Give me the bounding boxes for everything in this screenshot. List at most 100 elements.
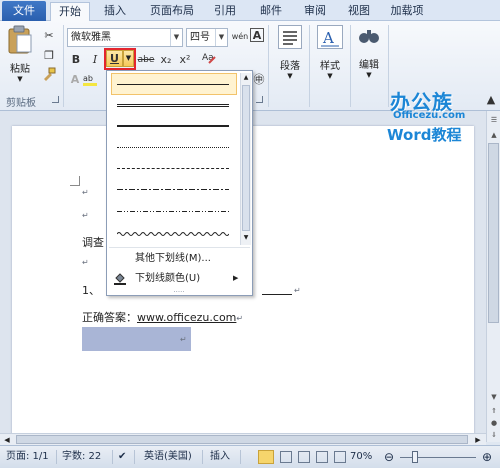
underline-color-item[interactable]: 下划线颜色(U) ▶ (107, 269, 252, 288)
paste-label: 粘贴 (10, 64, 30, 75)
underline-style-single[interactable] (117, 84, 229, 85)
chevron-down-icon: ▼ (327, 72, 333, 80)
tab-references[interactable]: 引用 (206, 2, 244, 21)
underline-style-dashed[interactable] (117, 168, 229, 169)
paint-bucket-icon (113, 271, 127, 285)
next-page-icon[interactable]: ⇓ (488, 429, 500, 441)
resize-grip-icon[interactable]: ····· (169, 289, 189, 296)
scroll-up-icon[interactable]: ▲ (241, 73, 251, 83)
zoom-out-icon[interactable]: ⊖ (384, 446, 394, 468)
tab-page-layout[interactable]: 页面布局 (142, 2, 202, 21)
underline-style-wave[interactable] (116, 229, 230, 236)
editing-button[interactable]: 编辑 ▼ (352, 25, 386, 79)
font-size-combo[interactable]: 四号 ▼ (186, 28, 228, 47)
status-zoom[interactable]: 70% (350, 446, 372, 468)
italic-button[interactable]: I (86, 51, 104, 69)
strikethrough-button[interactable]: abe (137, 51, 155, 69)
chevron-down-icon[interactable]: ▼ (170, 29, 182, 46)
chevron-down-icon[interactable]: ▼ (123, 50, 134, 67)
tab-mailings[interactable]: 邮件 (252, 2, 290, 21)
doc-line-one[interactable]: 1、 (82, 282, 100, 298)
paragraph-button[interactable]: 段落 ▼ (274, 25, 306, 80)
char-border-icon[interactable]: A (250, 28, 264, 42)
paragraph-mark: ↵ (82, 211, 89, 220)
paste-button[interactable]: 粘贴 ▼ (4, 25, 36, 89)
spelling-check-icon[interactable]: ✔ (118, 446, 126, 468)
chevron-down-icon[interactable]: ▼ (215, 29, 227, 46)
watermark-site: Officezu.com (393, 110, 466, 121)
scroll-left-icon[interactable]: ◀ (2, 435, 12, 445)
vertical-scrollbar[interactable]: ☰ ▲ ▼ ⇑ ● ⇓ (486, 111, 500, 442)
ribbon-collapse-icon[interactable]: ▲ (482, 91, 500, 109)
paragraph-mark: ↵ (82, 258, 89, 267)
answer-label: 正确答案： (82, 311, 137, 324)
status-words[interactable]: 字数: 22 (62, 446, 101, 468)
cut-icon[interactable]: ✂ (40, 27, 58, 45)
doc-answer-line[interactable]: 正确答案：www.officezu.com↵ (82, 309, 243, 325)
chevron-right-icon: ▶ (233, 274, 239, 282)
status-language[interactable]: 英语(美国) (144, 446, 192, 468)
prev-page-icon[interactable]: ⇑ (488, 405, 500, 417)
tab-home[interactable]: 开始 (50, 2, 90, 22)
full-screen-view-icon[interactable] (280, 451, 292, 463)
paragraph-mark: ↵ (236, 314, 244, 323)
draft-view-icon[interactable] (334, 451, 346, 463)
underline-button[interactable]: U (106, 50, 123, 67)
zoom-in-icon[interactable]: ⊕ (482, 446, 492, 468)
scroll-right-icon[interactable]: ▶ (473, 435, 483, 445)
scroll-down-icon[interactable]: ▼ (488, 391, 500, 403)
tab-view[interactable]: 视图 (340, 2, 378, 21)
font-name-value: 微软雅黑 (71, 32, 111, 43)
underline-style-double[interactable] (117, 104, 229, 108)
font-name-combo[interactable]: 微软雅黑 ▼ (67, 28, 183, 47)
horizontal-scrollbar[interactable]: ◀ ▶ (0, 433, 486, 445)
gallery-scrollbar[interactable]: ▲ ▼ (240, 73, 251, 245)
more-underlines-item[interactable]: 其他下划线(M)... (107, 249, 252, 268)
tab-file[interactable]: 文件 (2, 1, 46, 21)
more-underlines-label: 其他下划线(M)... (135, 253, 211, 264)
scroll-down-icon[interactable]: ▼ (241, 233, 251, 243)
paragraph-mark: ↵ (82, 188, 89, 197)
ruler-toggle-icon[interactable]: ☰ (488, 114, 500, 126)
selection-highlight[interactable]: ↵ (82, 327, 191, 351)
paragraph-mark: ↵ (180, 335, 187, 344)
copy-icon[interactable]: ❐ (40, 47, 58, 65)
underline-style-gallery (109, 73, 239, 245)
format-painter-icon[interactable] (40, 67, 58, 85)
status-insert-mode[interactable]: 插入 (210, 446, 230, 468)
underline-style-dotted[interactable] (117, 147, 229, 148)
web-layout-view-icon[interactable] (298, 451, 310, 463)
scroll-thumb[interactable] (488, 143, 499, 323)
dialog-launcher-icon[interactable] (52, 96, 59, 103)
underline-style-dash-dot[interactable] (117, 189, 229, 190)
bold-button[interactable]: B (67, 51, 85, 69)
tab-review[interactable]: 审阅 (296, 2, 334, 21)
scroll-up-icon[interactable]: ▲ (488, 129, 500, 141)
styles-icon: A (317, 25, 343, 49)
underline-style-dash-dot-dot[interactable] (117, 211, 229, 212)
doc-line-quiz[interactable]: 调查 (82, 234, 104, 250)
dialog-launcher-icon[interactable] (256, 96, 263, 103)
status-page[interactable]: 页面: 1/1 (6, 446, 49, 468)
hscroll-thumb[interactable] (16, 435, 468, 444)
underline-style-thick[interactable] (117, 125, 229, 127)
superscript-button[interactable]: x² (176, 51, 194, 69)
svg-text:ab: ab (83, 74, 93, 83)
tab-addins[interactable]: 加载项 (382, 2, 432, 21)
print-layout-view-icon[interactable] (258, 450, 274, 464)
svg-text:Aa: Aa (202, 53, 214, 63)
clear-formatting-icon[interactable]: Aa (200, 49, 218, 67)
tab-insert[interactable]: 插入 (96, 2, 134, 21)
chevron-down-icon: ▼ (287, 72, 293, 80)
highlight-icon[interactable]: ab (82, 71, 100, 89)
gallery-scroll-thumb[interactable] (242, 85, 250, 231)
phonetic-guide-icon[interactable]: wén (231, 28, 249, 46)
subscript-button[interactable]: x₂ (157, 51, 175, 69)
underline-color-label: 下划线颜色(U) (135, 273, 201, 284)
zoom-slider-thumb[interactable] (412, 451, 418, 463)
chevron-down-icon: ▼ (17, 75, 23, 83)
svg-text:A: A (322, 29, 334, 47)
styles-button[interactable]: A 样式 ▼ (313, 25, 347, 80)
outline-view-icon[interactable] (316, 451, 328, 463)
browse-object-icon[interactable]: ● (488, 417, 500, 429)
